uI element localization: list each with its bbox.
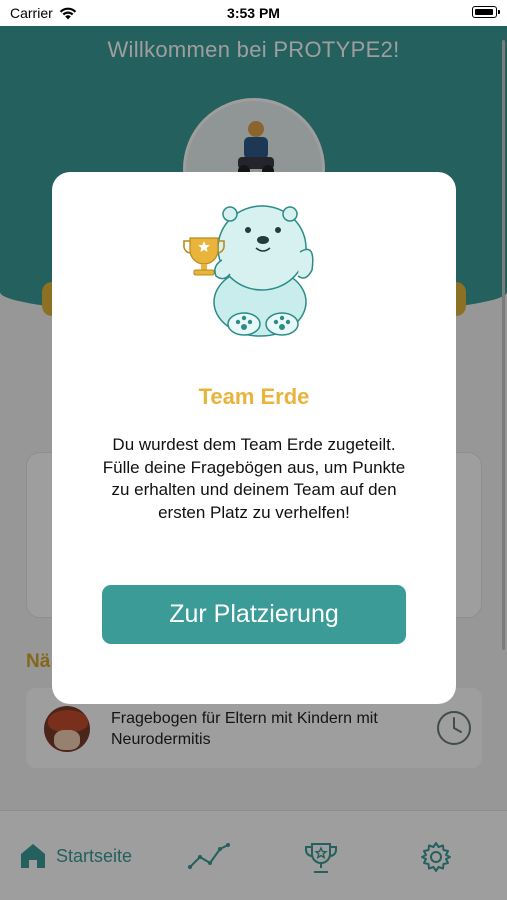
team-assignment-dialog: Team Erde Du wurdest dem Team Erde zuget… bbox=[52, 172, 456, 704]
ranking-button[interactable]: Zur Platzierung bbox=[102, 585, 406, 644]
team-name: Team Erde bbox=[198, 384, 310, 409]
polar-bear-trophy-icon bbox=[183, 205, 314, 337]
status-time: 3:53 PM bbox=[227, 5, 280, 21]
battery-icon bbox=[472, 6, 500, 18]
team-message: Du wurdest dem Team Erde zugeteilt. Füll… bbox=[102, 435, 406, 522]
status-bar: Carrier 3:53 PM bbox=[0, 0, 507, 26]
